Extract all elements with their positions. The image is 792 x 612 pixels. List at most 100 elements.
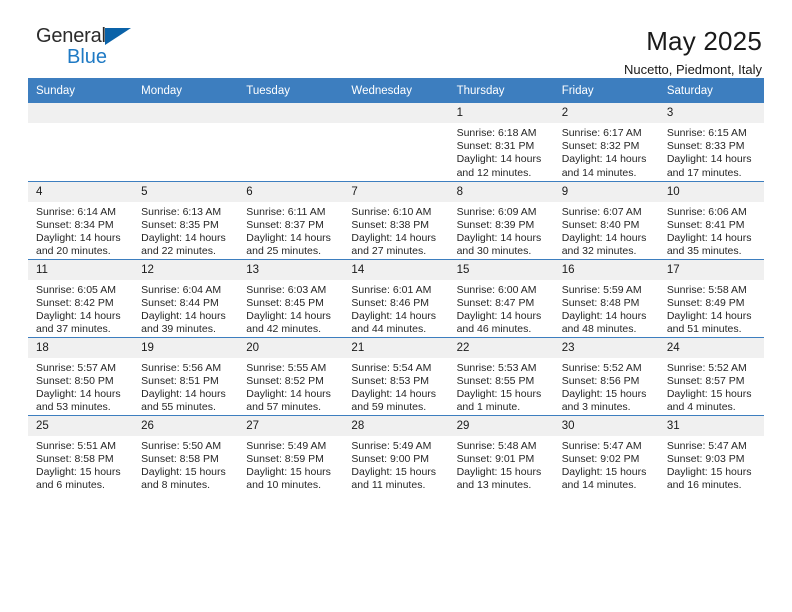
sunrise-text: Sunrise: 6:05 AM bbox=[36, 283, 116, 296]
daylight-text: Daylight: 14 hours and 59 minutes. bbox=[351, 387, 437, 414]
calendar-day-cell[interactable]: 19 Sunrise: 5:56 AM Sunset: 8:51 PM Dayligh… bbox=[133, 336, 239, 415]
day-number: 22 bbox=[448, 337, 554, 358]
daylight-text: Daylight: 14 hours and 39 minutes. bbox=[141, 309, 226, 336]
sunset-text: Sunset: 8:41 PM bbox=[666, 218, 745, 231]
calendar-day-cell[interactable]: 31 Sunrise: 5:47 AM Sunset: 9:03 PM Dayligh… bbox=[658, 414, 764, 493]
daylight-text: Daylight: 14 hours and 25 minutes. bbox=[246, 231, 331, 258]
day-details: Sunrise: 5:52 AM Sunset: 8:57 PM Daylight:… bbox=[659, 358, 764, 415]
sunrise-text: Sunrise: 5:52 AM bbox=[561, 361, 642, 374]
day-number bbox=[28, 103, 134, 123]
calendar-day-cell[interactable]: 5 Sunrise: 6:13 AM Sunset: 8:35 PM Daylight… bbox=[133, 180, 239, 259]
daylight-text: Daylight: 14 hours and 46 minutes. bbox=[456, 309, 542, 336]
sunset-text: Sunset: 8:58 PM bbox=[141, 452, 219, 465]
calendar-day-cell[interactable]: 13 Sunrise: 6:03 AM Sunset: 8:45 PM Dayligh… bbox=[238, 258, 344, 337]
daylight-text: Daylight: 14 hours and 42 minutes. bbox=[246, 309, 331, 336]
calendar-day-cell[interactable]: 4 Sunrise: 6:14 AM Sunset: 8:34 PM Daylight… bbox=[28, 180, 134, 259]
sunrise-text: Sunrise: 6:06 AM bbox=[666, 205, 747, 218]
daylight-text: Daylight: 15 hours and 10 minutes. bbox=[246, 465, 331, 492]
calendar-day-cell[interactable]: 7 Sunrise: 6:10 AM Sunset: 8:38 PM Daylight… bbox=[343, 180, 449, 259]
sunset-text: Sunset: 8:45 PM bbox=[246, 296, 324, 309]
calendar-day-cell[interactable]: 22 Sunrise: 5:53 AM Sunset: 8:55 PM Dayligh… bbox=[448, 336, 554, 415]
daylight-text: Daylight: 14 hours and 35 minutes. bbox=[666, 231, 752, 258]
calendar-day-cell[interactable]: 27 Sunrise: 5:49 AM Sunset: 8:59 PM Dayligh… bbox=[238, 414, 344, 493]
day-number: 20 bbox=[238, 337, 344, 358]
calendar-day-cell[interactable]: 20 Sunrise: 5:55 AM Sunset: 8:52 PM Dayligh… bbox=[238, 336, 344, 415]
day-details: Sunrise: 6:11 AM Sunset: 8:37 PM Daylight:… bbox=[238, 202, 343, 259]
sunrise-text: Sunrise: 6:17 AM bbox=[561, 127, 642, 139]
calendar-day-cell[interactable]: 3 Sunrise: 6:15 AM Sunset: 8:33 PM Daylight… bbox=[658, 103, 764, 181]
daylight-text: Daylight: 14 hours and 55 minutes. bbox=[141, 387, 226, 414]
day-details: Sunrise: 6:06 AM Sunset: 8:41 PM Daylight:… bbox=[659, 202, 764, 259]
calendar-week-row: 25 Sunrise: 5:51 AM Sunset: 8:58 PM Dayligh… bbox=[28, 414, 764, 493]
sunrise-text: Sunrise: 5:49 AM bbox=[246, 439, 327, 452]
day-details: Sunrise: 5:57 AM Sunset: 8:50 PM Daylight:… bbox=[28, 358, 133, 415]
calendar-day-cell[interactable]: 6 Sunrise: 6:11 AM Sunset: 8:37 PM Daylight… bbox=[238, 180, 344, 259]
sunrise-text: Sunrise: 5:50 AM bbox=[141, 439, 222, 452]
sunrise-text: Sunrise: 6:00 AM bbox=[456, 283, 537, 296]
sunrise-text: Sunrise: 5:56 AM bbox=[141, 361, 222, 374]
day-number: 5 bbox=[133, 181, 239, 202]
sunrise-text: Sunrise: 5:54 AM bbox=[351, 361, 432, 374]
calendar-day-cell[interactable]: 14 Sunrise: 6:01 AM Sunset: 8:46 PM Dayligh… bbox=[343, 258, 449, 337]
calendar-day-cell[interactable]: 2 Sunrise: 6:17 AM Sunset: 8:32 PM Daylight… bbox=[553, 103, 659, 181]
sunrise-text: Sunrise: 6:15 AM bbox=[666, 127, 747, 139]
sunset-text: Sunset: 8:44 PM bbox=[141, 296, 219, 309]
day-details: Sunrise: 6:00 AM Sunset: 8:47 PM Daylight:… bbox=[449, 280, 554, 337]
daylight-text: Daylight: 14 hours and 51 minutes. bbox=[666, 309, 752, 336]
day-number: 6 bbox=[238, 181, 344, 202]
calendar-day-cell[interactable]: 10 Sunrise: 6:06 AM Sunset: 8:41 PM Dayligh… bbox=[658, 180, 764, 259]
day-number: 30 bbox=[553, 415, 659, 436]
day-number: 21 bbox=[343, 337, 449, 358]
calendar-day-cell[interactable]: 29 Sunrise: 5:48 AM Sunset: 9:01 PM Dayligh… bbox=[448, 414, 554, 493]
calendar-day-cell[interactable]: 18 Sunrise: 5:57 AM Sunset: 8:50 PM Dayligh… bbox=[28, 336, 134, 415]
calendar-day-cell[interactable]: 26 Sunrise: 5:50 AM Sunset: 8:58 PM Dayligh… bbox=[133, 414, 239, 493]
calendar-day-cell[interactable]: 15 Sunrise: 6:00 AM Sunset: 8:47 PM Dayligh… bbox=[448, 258, 554, 337]
calendar-day-cell[interactable]: 24 Sunrise: 5:52 AM Sunset: 8:57 PM Dayligh… bbox=[658, 336, 764, 415]
calendar-day-cell[interactable]: 17 Sunrise: 5:58 AM Sunset: 8:49 PM Dayligh… bbox=[658, 258, 764, 337]
sunrise-text: Sunrise: 6:10 AM bbox=[351, 205, 432, 218]
page-header: General Blue May 2025 Nucetto, Piedmont,… bbox=[28, 0, 764, 77]
calendar-day-cell[interactable]: 21 Sunrise: 5:54 AM Sunset: 8:53 PM Dayligh… bbox=[343, 336, 449, 415]
sunset-text: Sunset: 8:34 PM bbox=[36, 218, 114, 231]
day-details: Sunrise: 5:49 AM Sunset: 8:59 PM Daylight:… bbox=[238, 436, 343, 493]
calendar-day-cell[interactable]: 23 Sunrise: 5:52 AM Sunset: 8:56 PM Dayligh… bbox=[553, 336, 659, 415]
calendar-day-cell-empty bbox=[133, 103, 239, 181]
calendar-grid: Sunday Monday Tuesday Wednesday Thursday… bbox=[28, 78, 764, 493]
calendar-day-cell[interactable]: 12 Sunrise: 6:04 AM Sunset: 8:44 PM Dayligh… bbox=[133, 258, 239, 337]
day-details: Sunrise: 6:14 AM Sunset: 8:34 PM Daylight:… bbox=[28, 202, 133, 259]
calendar-day-cell[interactable]: 1 Sunrise: 6:18 AM Sunset: 8:31 PM Daylight… bbox=[448, 103, 554, 181]
brand-name-blue: Blue bbox=[67, 46, 108, 68]
calendar-week-row: 18 Sunrise: 5:57 AM Sunset: 8:50 PM Dayligh… bbox=[28, 336, 764, 415]
calendar-day-cell[interactable]: 16 Sunrise: 5:59 AM Sunset: 8:48 PM Dayligh… bbox=[553, 258, 659, 337]
calendar-day-cell[interactable]: 8 Sunrise: 6:09 AM Sunset: 8:39 PM Daylight… bbox=[448, 180, 554, 259]
day-details: Sunrise: 6:04 AM Sunset: 8:44 PM Daylight:… bbox=[133, 280, 238, 337]
sunset-text: Sunset: 8:55 PM bbox=[456, 374, 535, 387]
daylight-text: Daylight: 14 hours and 12 minutes. bbox=[456, 153, 542, 179]
day-details: Sunrise: 6:03 AM Sunset: 8:45 PM Daylight:… bbox=[238, 280, 343, 337]
day-number: 24 bbox=[658, 337, 764, 358]
sunrise-text: Sunrise: 5:47 AM bbox=[666, 439, 747, 452]
calendar-day-cell[interactable]: 11 Sunrise: 6:05 AM Sunset: 8:42 PM Dayligh… bbox=[28, 258, 134, 337]
calendar-day-cell[interactable]: 25 Sunrise: 5:51 AM Sunset: 8:58 PM Dayligh… bbox=[28, 414, 134, 493]
sunset-text: Sunset: 8:35 PM bbox=[141, 218, 219, 231]
sunset-text: Sunset: 8:57 PM bbox=[666, 374, 745, 387]
weekday-header-sunday: Sunday bbox=[28, 78, 134, 103]
calendar-week-row: 1 Sunrise: 6:18 AM Sunset: 8:31 PM Daylight… bbox=[28, 103, 764, 181]
day-details: Sunrise: 6:15 AM Sunset: 8:33 PM Daylight:… bbox=[659, 123, 764, 180]
blue-triangle-icon bbox=[105, 28, 131, 45]
daylight-text: Daylight: 15 hours and 4 minutes. bbox=[666, 387, 752, 414]
sunset-text: Sunset: 8:51 PM bbox=[141, 374, 219, 387]
day-number: 15 bbox=[448, 259, 554, 280]
calendar-day-cell[interactable]: 28 Sunrise: 5:49 AM Sunset: 9:00 PM Dayligh… bbox=[343, 414, 449, 493]
day-number: 26 bbox=[133, 415, 239, 436]
day-number: 11 bbox=[28, 259, 134, 280]
sunset-text: Sunset: 8:42 PM bbox=[36, 296, 114, 309]
sunset-text: Sunset: 8:58 PM bbox=[36, 452, 114, 465]
calendar-day-cell[interactable]: 30 Sunrise: 5:47 AM Sunset: 9:02 PM Dayligh… bbox=[553, 414, 659, 493]
sunrise-text: Sunrise: 5:48 AM bbox=[456, 439, 537, 452]
day-details: Sunrise: 5:50 AM Sunset: 8:58 PM Daylight:… bbox=[133, 436, 238, 493]
calendar-day-cell[interactable]: 9 Sunrise: 6:07 AM Sunset: 8:40 PM Daylight… bbox=[553, 180, 659, 259]
brand-logo[interactable]: General Blue bbox=[28, 26, 156, 67]
weekday-header-friday: Friday bbox=[553, 78, 659, 103]
title-block: May 2025 Nucetto, Piedmont, Italy bbox=[624, 26, 764, 79]
